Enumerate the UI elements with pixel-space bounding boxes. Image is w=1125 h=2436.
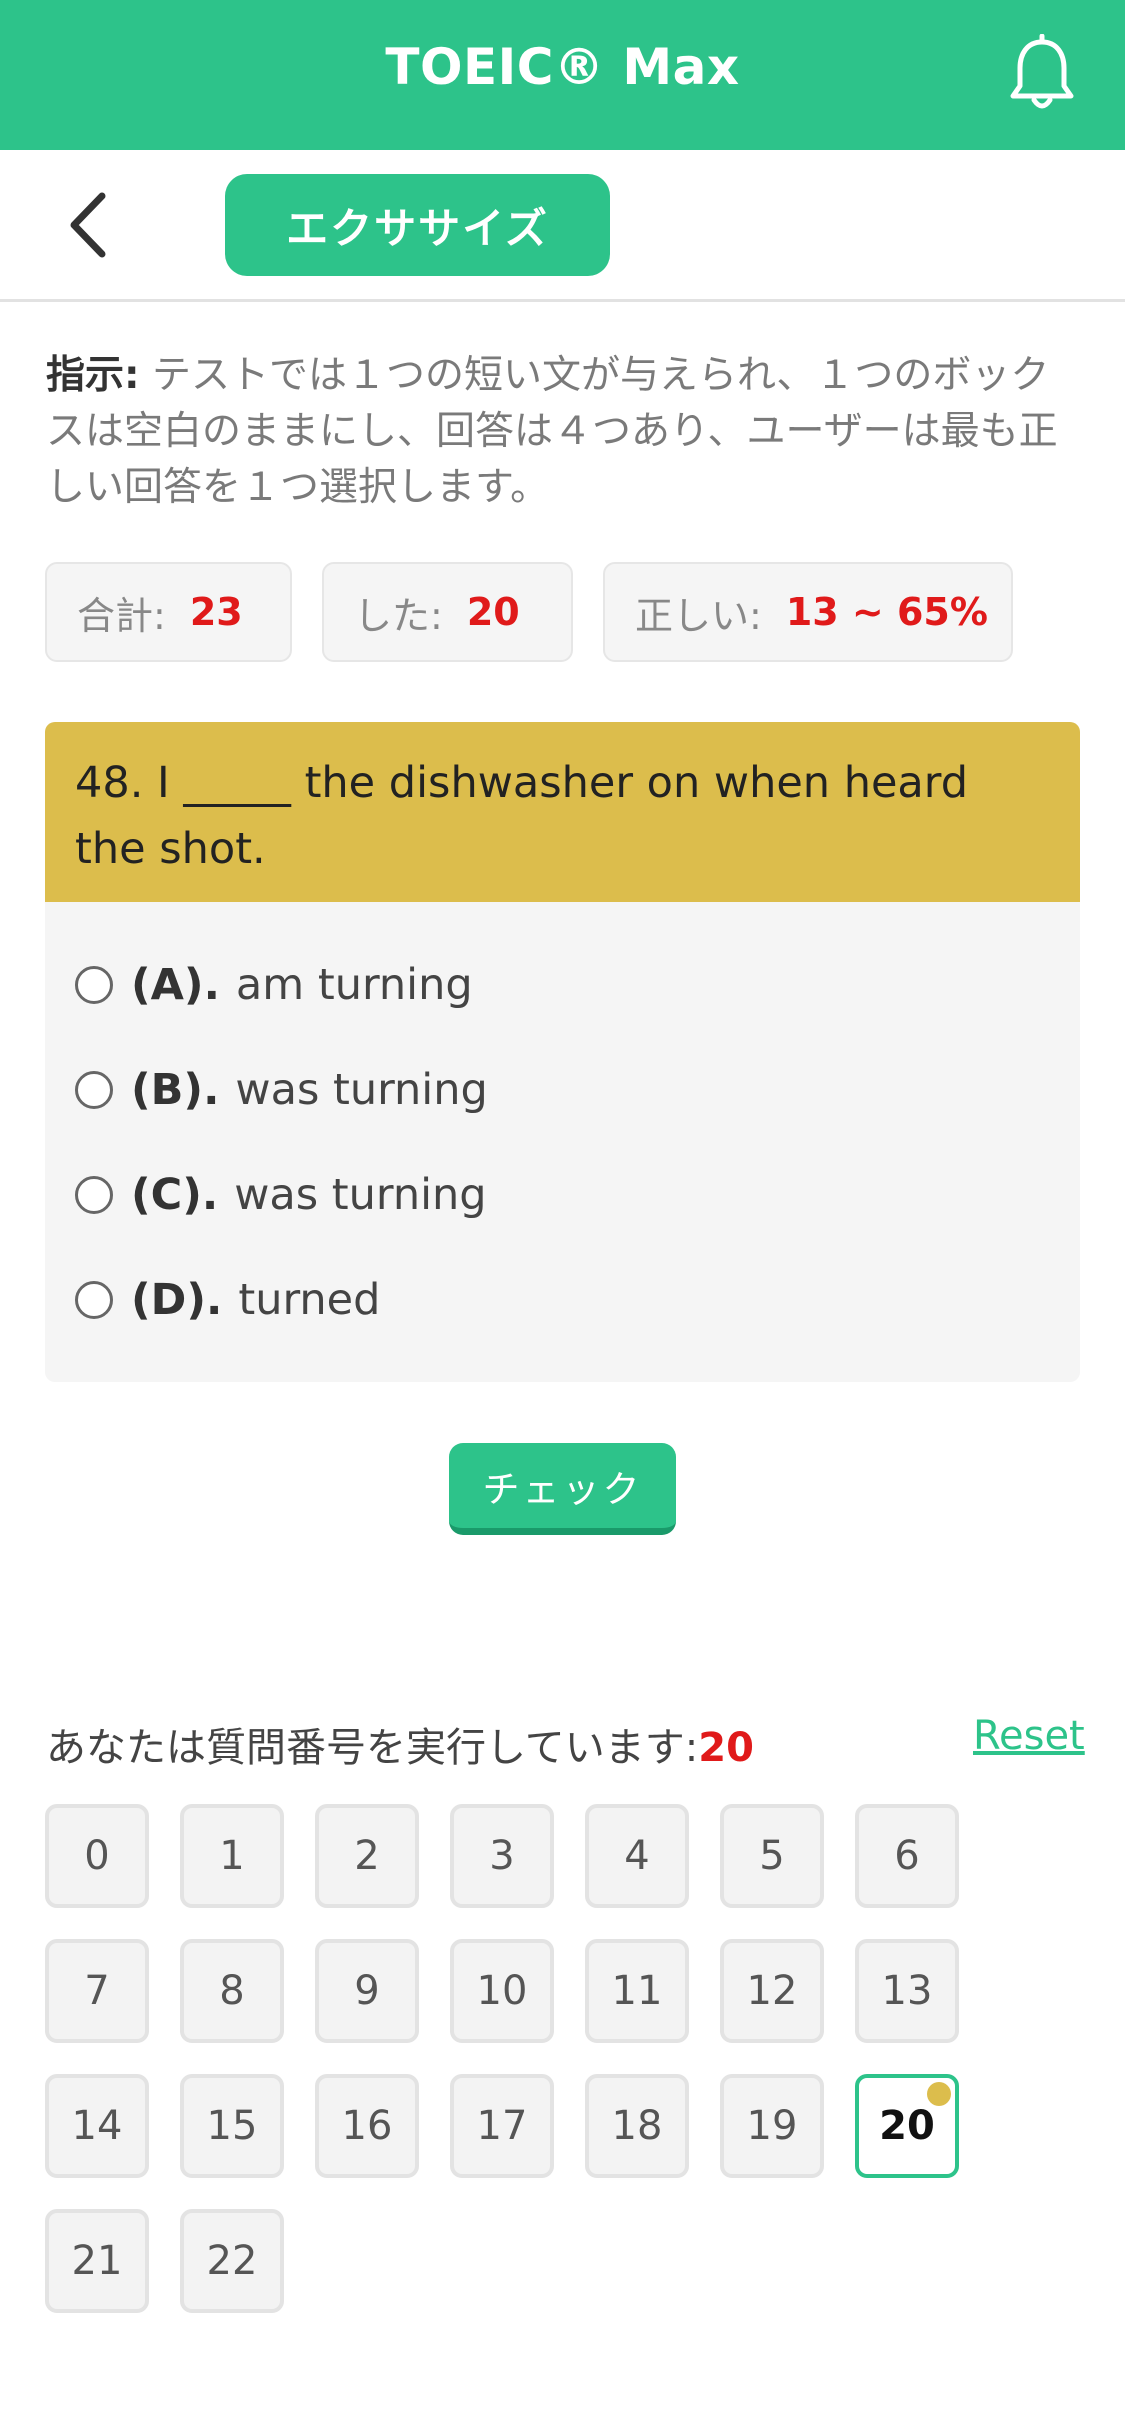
question-number-label: 10 xyxy=(476,1968,528,2014)
question-number-label: 6 xyxy=(894,1833,920,1879)
progress-label: あなたは質問番号を実行しています:20 xyxy=(46,1715,754,1773)
question-number-label: 17 xyxy=(476,2103,528,2149)
reset-link[interactable]: Reset xyxy=(973,1713,1085,1759)
app-title: TOEIC® Max xyxy=(385,38,740,96)
stat-total: 合計: 23 xyxy=(45,562,292,662)
chevron-left-icon[interactable] xyxy=(58,188,118,262)
instruction-body: テストでは１つの短い文が与えられ、１つのボックスは空白のままにし、回答は４つあり… xyxy=(46,353,1058,510)
question-number-label: 2 xyxy=(354,1833,380,1879)
stat-done-value: 20 xyxy=(466,590,520,634)
option-text: turned xyxy=(238,1275,381,1325)
question-number-10[interactable]: 10 xyxy=(450,1939,554,2043)
question-number-label: 5 xyxy=(759,1833,785,1879)
question-number-label: 12 xyxy=(746,1968,798,2014)
question-number-label: 22 xyxy=(206,2238,258,2284)
stat-total-value: 23 xyxy=(189,590,243,634)
stat-done: した: 20 xyxy=(322,562,573,662)
question-number-3[interactable]: 3 xyxy=(450,1804,554,1908)
stat-correct-label: 正しい: xyxy=(635,593,762,638)
question-number-label: 8 xyxy=(219,1968,245,2014)
option-text: am turning xyxy=(235,960,473,1010)
stat-total-label: 合計: xyxy=(77,593,166,638)
exercise-tab[interactable]: エクササイズ xyxy=(225,174,610,276)
question-number-label: 0 xyxy=(84,1833,110,1879)
question-text: 48. I _____ the dishwasher on when heard… xyxy=(45,722,1080,902)
check-button[interactable]: チェック xyxy=(449,1443,676,1535)
question-number-label: 4 xyxy=(624,1833,650,1879)
sub-navigation-bar: エクササイズ xyxy=(0,150,1125,302)
question-number-17[interactable]: 17 xyxy=(450,2074,554,2178)
current-question-number: 20 xyxy=(698,1725,754,1771)
app-header: TOEIC® Max xyxy=(0,0,1125,150)
question-number-label: 9 xyxy=(354,1968,380,2014)
question-number-label: 15 xyxy=(206,2103,258,2149)
question-number-label: 16 xyxy=(341,2103,393,2149)
question-number-12[interactable]: 12 xyxy=(720,1939,824,2043)
radio-button[interactable] xyxy=(75,1176,113,1214)
option-text: was turning xyxy=(234,1170,487,1220)
question-number-8[interactable]: 8 xyxy=(180,1939,284,2043)
stat-done-label: した: xyxy=(354,593,443,638)
question-number-0[interactable]: 0 xyxy=(45,1804,149,1908)
question-number-18[interactable]: 18 xyxy=(585,2074,689,2178)
question-number-15[interactable]: 15 xyxy=(180,2074,284,2178)
radio-button[interactable] xyxy=(75,1071,113,1109)
question-number-label: 20 xyxy=(879,2103,935,2149)
stat-correct: 正しい: 13 ~ 65% xyxy=(603,562,1013,662)
current-indicator-dot xyxy=(927,2082,951,2106)
question-number-16[interactable]: 16 xyxy=(315,2074,419,2178)
question-number-21[interactable]: 21 xyxy=(45,2209,149,2313)
option-b[interactable]: (B). was turning xyxy=(75,1060,488,1120)
option-letter: (B). xyxy=(131,1065,220,1115)
question-number-7[interactable]: 7 xyxy=(45,1939,149,2043)
question-number-13[interactable]: 13 xyxy=(855,1939,959,2043)
question-number-label: 7 xyxy=(84,1968,110,2014)
stat-correct-value: 13 ~ 65% xyxy=(785,590,988,634)
radio-button[interactable] xyxy=(75,966,113,1004)
question-card: 48. I _____ the dishwasher on when heard… xyxy=(45,722,1080,1382)
question-number-9[interactable]: 9 xyxy=(315,1939,419,2043)
option-letter: (A). xyxy=(131,960,220,1010)
question-number-5[interactable]: 5 xyxy=(720,1804,824,1908)
option-d[interactable]: (D). turned xyxy=(75,1270,380,1330)
radio-button[interactable] xyxy=(75,1281,113,1319)
question-number-label: 1 xyxy=(219,1833,245,1879)
progress-text: あなたは質問番号を実行しています: xyxy=(46,1725,699,1771)
question-number-label: 18 xyxy=(611,2103,663,2149)
question-number-label: 13 xyxy=(881,1968,933,2014)
bell-icon[interactable] xyxy=(1007,33,1077,114)
question-number-label: 19 xyxy=(746,2103,798,2149)
option-text: was turning xyxy=(235,1065,488,1115)
option-c[interactable]: (C). was turning xyxy=(75,1165,487,1225)
option-letter: (C). xyxy=(131,1170,219,1220)
question-number-4[interactable]: 4 xyxy=(585,1804,689,1908)
instruction-label: 指示: xyxy=(46,353,140,398)
instruction-text: 指示: テストでは１つの短い文が与えられ、１つのボックスは空白のままにし、回答は… xyxy=(46,348,1076,516)
question-number-label: 21 xyxy=(71,2238,123,2284)
question-number-6[interactable]: 6 xyxy=(855,1804,959,1908)
question-number-19[interactable]: 19 xyxy=(720,2074,824,2178)
question-number-22[interactable]: 22 xyxy=(180,2209,284,2313)
question-number-11[interactable]: 11 xyxy=(585,1939,689,2043)
question-number-label: 3 xyxy=(489,1833,515,1879)
question-number-1[interactable]: 1 xyxy=(180,1804,284,1908)
question-number-label: 14 xyxy=(71,2103,123,2149)
option-a[interactable]: (A). am turning xyxy=(75,955,473,1015)
question-number-2[interactable]: 2 xyxy=(315,1804,419,1908)
question-number-label: 11 xyxy=(611,1968,663,2014)
option-letter: (D). xyxy=(131,1275,223,1325)
question-number-20[interactable]: 20 xyxy=(855,2074,959,2178)
question-number-14[interactable]: 14 xyxy=(45,2074,149,2178)
